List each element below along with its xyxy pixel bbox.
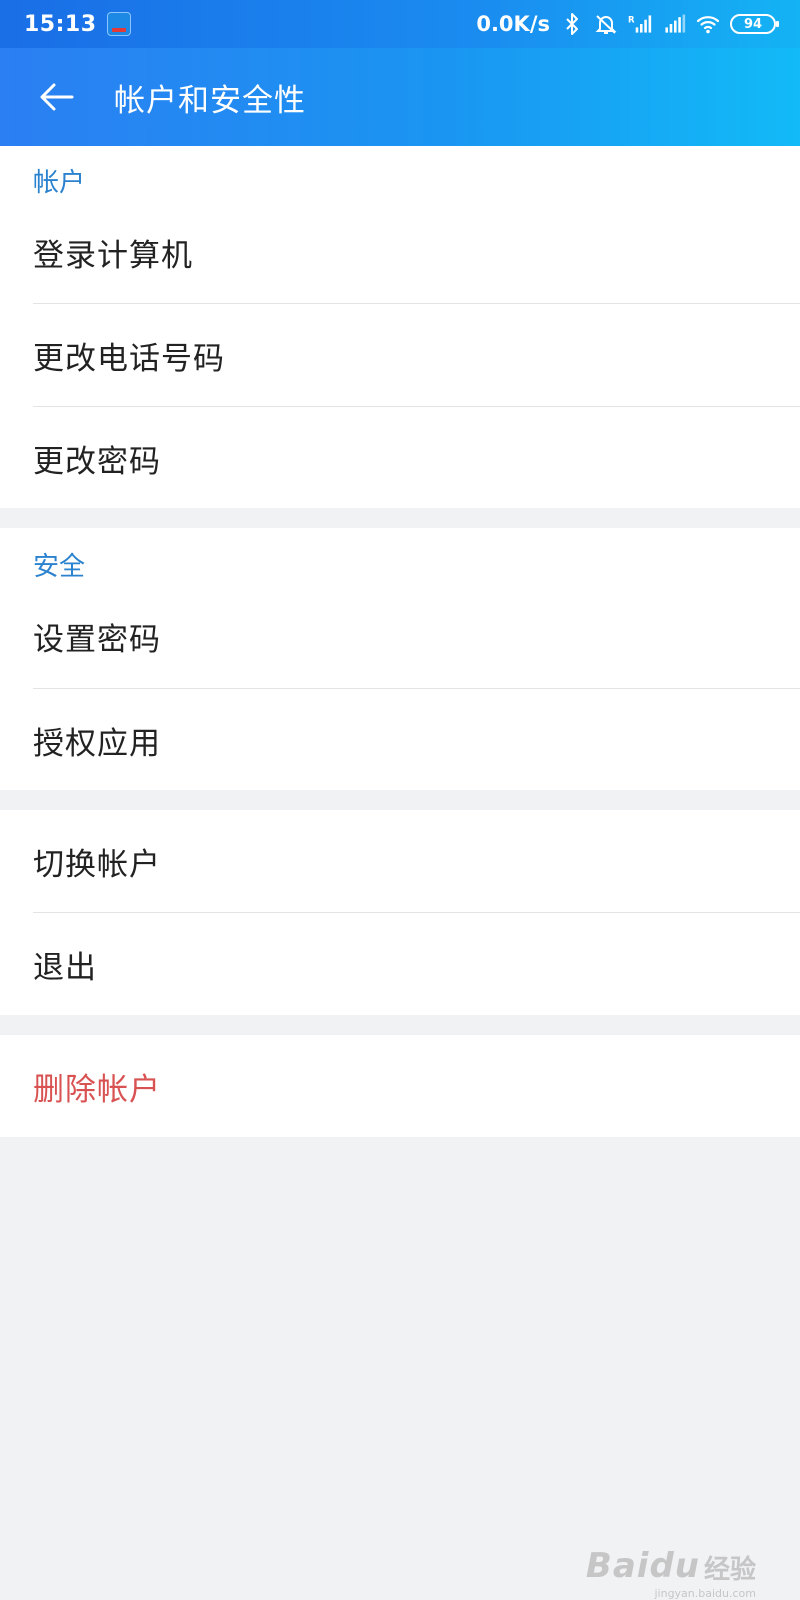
menu-item-label: 授权应用: [33, 726, 161, 762]
watermark-cn: 经验: [703, 1555, 756, 1585]
watermark-url: jingyan.baidu.com: [654, 1587, 756, 1600]
section-session: 切换帐户 退出: [0, 810, 800, 1015]
section-account: 帐户 登录计算机 更改电话号码 更改密码: [0, 146, 800, 508]
wifi-icon: [696, 16, 720, 34]
status-bar-right: 0.0K/s R 94: [476, 12, 779, 36]
menu-item-label: 退出: [33, 950, 97, 986]
watermark-logo: Baidu: [586, 1546, 700, 1586]
network-speed: 0.0K/s: [476, 12, 550, 36]
section-header-account: 帐户: [33, 168, 86, 198]
watermark-paw: du: [649, 1546, 700, 1586]
menu-item-label: 更改电话号码: [33, 341, 225, 377]
menu-item-authorized-apps[interactable]: 授权应用: [0, 689, 800, 792]
status-bar-left: 15:13: [24, 12, 131, 37]
watermark-main: Bai: [585, 1546, 650, 1586]
menu-item-label: 更改密码: [33, 444, 161, 480]
back-button[interactable]: [26, 67, 86, 127]
signal-icon: [665, 14, 686, 33]
signal-r-icon: R: [628, 15, 652, 33]
menu-item-change-password[interactable]: 更改密码: [0, 407, 800, 510]
menu-item-login-computer[interactable]: 登录计算机: [0, 201, 800, 304]
menu-item-switch-account[interactable]: 切换帐户: [0, 810, 800, 913]
status-bar: 15:13 0.0K/s R 94: [0, 0, 800, 48]
status-time: 15:13: [24, 11, 97, 37]
menu-item-set-password[interactable]: 设置密码: [0, 585, 800, 688]
menu-item-delete-account[interactable]: 删除帐户: [0, 1035, 800, 1138]
menu-item-label: 删除帐户: [33, 1072, 161, 1108]
arrow-left-icon: [40, 83, 74, 111]
menu-item-change-phone[interactable]: 更改电话号码: [0, 304, 800, 407]
svg-text:R: R: [628, 15, 635, 25]
bell-off-icon: [595, 15, 617, 34]
section-header-security: 安全: [33, 552, 86, 582]
battery-icon: 94: [730, 14, 779, 34]
page-title: 帐户和安全性: [114, 82, 306, 119]
menu-item-label: 切换帐户: [33, 847, 161, 883]
menu-item-label: 登录计算机: [33, 238, 193, 274]
section-danger: 删除帐户: [0, 1035, 800, 1137]
battery-level: 94: [743, 16, 763, 32]
app-badge-icon: [106, 12, 131, 36]
section-security: 安全 设置密码 授权应用: [0, 528, 800, 790]
app-bar: 帐户和安全性: [0, 48, 800, 146]
menu-item-label: 设置密码: [33, 622, 161, 658]
bluetooth-icon: [566, 13, 578, 35]
menu-item-logout[interactable]: 退出: [0, 913, 800, 1016]
baidu-watermark: Baidu 经验 jingyan.baidu.com: [586, 1546, 756, 1600]
